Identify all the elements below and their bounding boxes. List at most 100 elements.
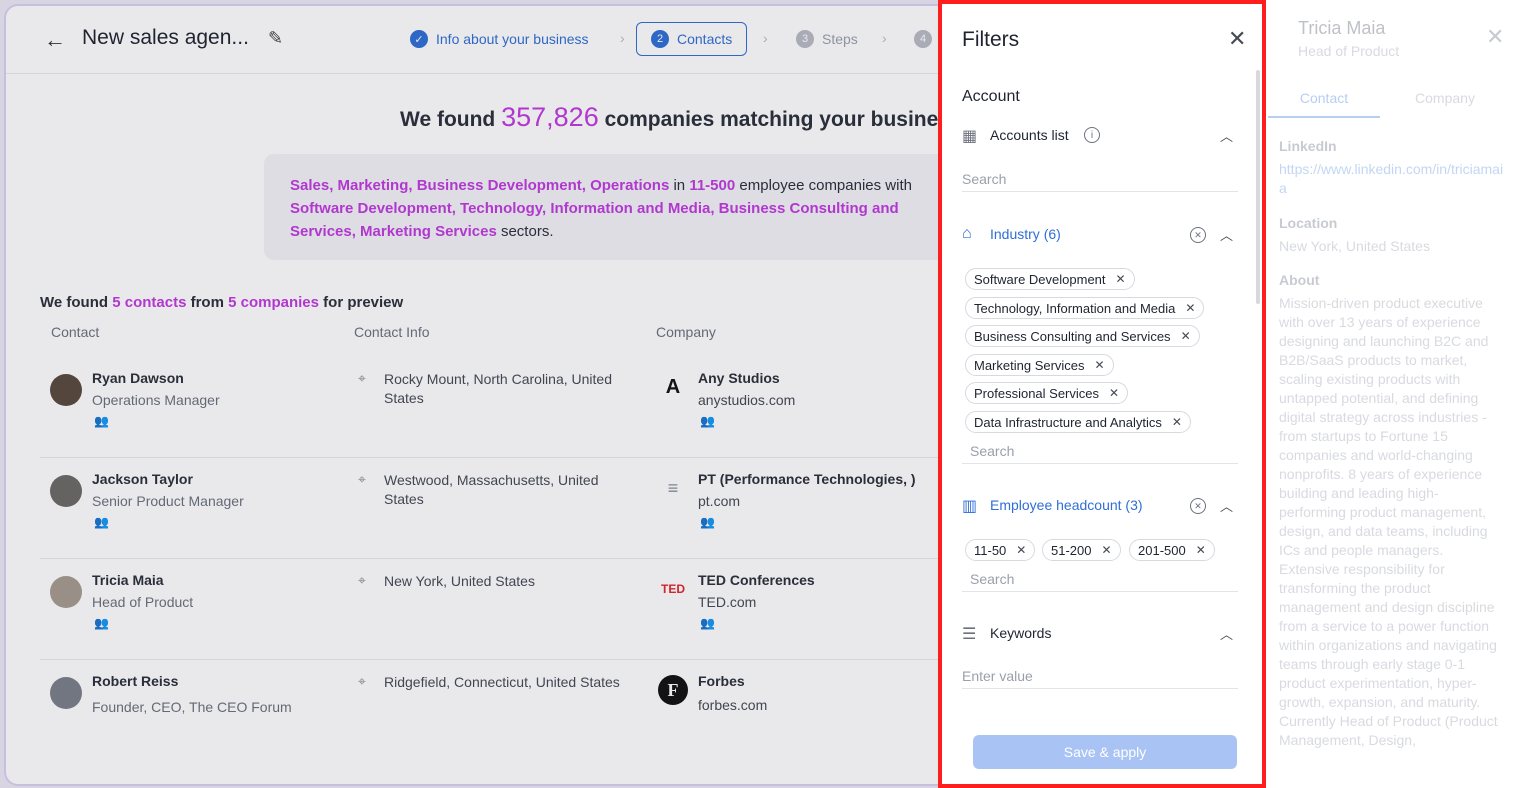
company-domain: anystudios.com bbox=[698, 392, 796, 408]
remove-icon[interactable]: ✕ bbox=[1185, 301, 1195, 315]
company-domain: pt.com bbox=[698, 493, 741, 509]
step-number: 2 bbox=[651, 30, 669, 48]
tag-label: 11-50 bbox=[974, 542, 1007, 558]
tag-label: Data Infrastructure and Analytics bbox=[974, 414, 1162, 430]
people-icon: 👥 bbox=[700, 414, 715, 428]
industry-tag[interactable]: Professional Services ✕ bbox=[965, 382, 1129, 404]
industry-tag[interactable]: Business Consulting and Services ✕ bbox=[965, 325, 1200, 347]
company-name: Forbes bbox=[698, 673, 745, 689]
headcount-tag[interactable]: 11-50 ✕ bbox=[965, 539, 1036, 561]
remove-icon[interactable]: ✕ bbox=[1101, 543, 1111, 557]
column-header-company: Company bbox=[656, 324, 716, 340]
industry-tag[interactable]: Marketing Services ✕ bbox=[965, 354, 1114, 376]
chevron-up-icon[interactable]: ︿ bbox=[1220, 126, 1233, 145]
edit-pencil-icon[interactable]: ✎ bbox=[268, 28, 290, 50]
drawer-dim bbox=[1262, 0, 1536, 788]
headcount-label[interactable]: Employee headcount (3) bbox=[990, 497, 1143, 513]
remove-icon[interactable]: ✕ bbox=[1109, 386, 1119, 400]
info-icon[interactable]: i bbox=[1084, 127, 1100, 143]
contact-name: Ryan Dawson bbox=[92, 370, 184, 386]
table-row[interactable]: Ryan Dawson Operations Manager 👥 ⌖ Rocky… bbox=[40, 358, 940, 458]
industry-tag[interactable]: Technology, Information and Media ✕ bbox=[965, 297, 1205, 319]
industry-label[interactable]: Industry (6) bbox=[990, 226, 1061, 242]
summary-sectors: Software Development, Technology, Inform… bbox=[290, 200, 899, 240]
summary-text: employee companies with bbox=[739, 177, 912, 194]
checklist-icon: ☰ bbox=[962, 626, 977, 643]
filters-panel: Filters ✕ Account ▦ Accounts list i ︿ ⌂ … bbox=[938, 0, 1266, 788]
remove-icon[interactable]: ✕ bbox=[1016, 543, 1026, 557]
headline-count: 357,826 bbox=[501, 102, 599, 132]
preview-text: from bbox=[190, 294, 224, 311]
avatar bbox=[50, 475, 82, 507]
company-logo: F bbox=[658, 675, 688, 705]
headcount-tag[interactable]: 51-200 ✕ bbox=[1042, 539, 1121, 561]
accounts-list-label[interactable]: Accounts list bbox=[990, 127, 1069, 143]
step-info-about-business[interactable]: ✓ Info about your business bbox=[410, 22, 589, 56]
people-icon: 👥 bbox=[94, 616, 109, 630]
contact-location: Rocky Mount, North Carolina, United Stat… bbox=[384, 371, 612, 406]
chevron-up-icon[interactable]: ︿ bbox=[1220, 496, 1233, 515]
remove-icon[interactable]: ✕ bbox=[1181, 329, 1191, 343]
tag-label: Technology, Information and Media bbox=[974, 300, 1176, 316]
step-number: 4 bbox=[914, 30, 932, 48]
clear-icon[interactable]: ✕ bbox=[1190, 227, 1206, 243]
step-label: Contacts bbox=[677, 31, 733, 47]
headline-prefix: We found bbox=[400, 108, 496, 131]
people-icon: 👥 bbox=[700, 616, 715, 630]
remove-icon[interactable]: ✕ bbox=[1196, 543, 1206, 557]
industry-search-input[interactable] bbox=[962, 438, 1238, 464]
location-pin-icon: ⌖ bbox=[358, 471, 366, 487]
company-domain: forbes.com bbox=[698, 697, 768, 713]
summary-departments: Sales, Marketing, Business Development, … bbox=[290, 177, 670, 194]
save-apply-button[interactable]: Save & apply bbox=[973, 735, 1237, 769]
remove-icon[interactable]: ✕ bbox=[1095, 358, 1105, 372]
scrollbar[interactable] bbox=[1256, 70, 1260, 304]
table-row[interactable]: Jackson Taylor Senior Product Manager 👥 … bbox=[40, 459, 940, 559]
chevron-up-icon[interactable]: ︿ bbox=[1220, 225, 1233, 244]
section-account: Account bbox=[962, 88, 1020, 105]
remove-icon[interactable]: ✕ bbox=[1172, 415, 1182, 429]
preview-text: We found bbox=[40, 294, 109, 311]
keywords-label[interactable]: Keywords bbox=[990, 625, 1051, 641]
column-header-contact-info: Contact Info bbox=[354, 324, 430, 340]
preview-contacts: 5 contacts bbox=[112, 294, 187, 311]
company-name: Any Studios bbox=[698, 370, 780, 386]
summary-size: 11-500 bbox=[689, 177, 736, 194]
tag-label: 201-500 bbox=[1138, 542, 1186, 558]
step-steps[interactable]: 3 Steps bbox=[796, 22, 858, 56]
tag-label: Software Development bbox=[974, 271, 1106, 287]
table-row[interactable]: Robert Reiss Founder, CEO, The CEO Forum… bbox=[40, 661, 940, 761]
company-logo: TED bbox=[661, 582, 685, 596]
contact-title: Senior Product Manager bbox=[92, 493, 244, 509]
close-icon[interactable]: ✕ bbox=[1228, 28, 1246, 50]
filters-title: Filters bbox=[962, 28, 1020, 51]
chevron-right-icon: › bbox=[763, 30, 768, 46]
summary-text: sectors. bbox=[500, 223, 554, 240]
preview-heading: We found 5 contacts from 5 companies for… bbox=[40, 294, 403, 311]
keywords-input[interactable] bbox=[962, 663, 1238, 689]
remove-icon[interactable]: ✕ bbox=[1116, 272, 1126, 286]
contact-detail-drawer: Tricia Maia Head of Product ✕ Contact Co… bbox=[1262, 0, 1536, 788]
headcount-tag[interactable]: 201-500 ✕ bbox=[1129, 539, 1215, 561]
headcount-search-input[interactable] bbox=[962, 566, 1238, 592]
industry-tag[interactable]: Data Infrastructure and Analytics ✕ bbox=[965, 411, 1191, 433]
contact-location: Ridgefield, Connecticut, United States bbox=[384, 674, 620, 690]
chevron-right-icon: › bbox=[620, 30, 625, 46]
back-arrow-icon[interactable]: ← bbox=[44, 26, 72, 54]
table-row[interactable]: Tricia Maia Head of Product 👥 ⌖ New York… bbox=[40, 560, 940, 660]
people-icon: 👥 bbox=[700, 515, 715, 529]
step-contacts[interactable]: 2 Contacts bbox=[636, 22, 748, 56]
contact-location: New York, United States bbox=[384, 573, 535, 589]
preview-companies: 5 companies bbox=[228, 294, 319, 311]
contact-name: Jackson Taylor bbox=[92, 471, 193, 487]
clear-icon[interactable]: ✕ bbox=[1190, 498, 1206, 514]
company-name: PT (Performance Technologies, ) bbox=[698, 471, 916, 487]
chevron-up-icon[interactable]: ︿ bbox=[1220, 624, 1233, 643]
contact-title: Head of Product bbox=[92, 594, 194, 610]
accounts-search-input[interactable] bbox=[962, 166, 1238, 192]
contact-name: Tricia Maia bbox=[92, 572, 164, 588]
step-4[interactable]: 4 bbox=[914, 22, 940, 56]
industry-tag[interactable]: Software Development ✕ bbox=[965, 268, 1135, 290]
company-domain: TED.com bbox=[698, 594, 757, 610]
location-pin-icon: ⌖ bbox=[358, 572, 366, 588]
